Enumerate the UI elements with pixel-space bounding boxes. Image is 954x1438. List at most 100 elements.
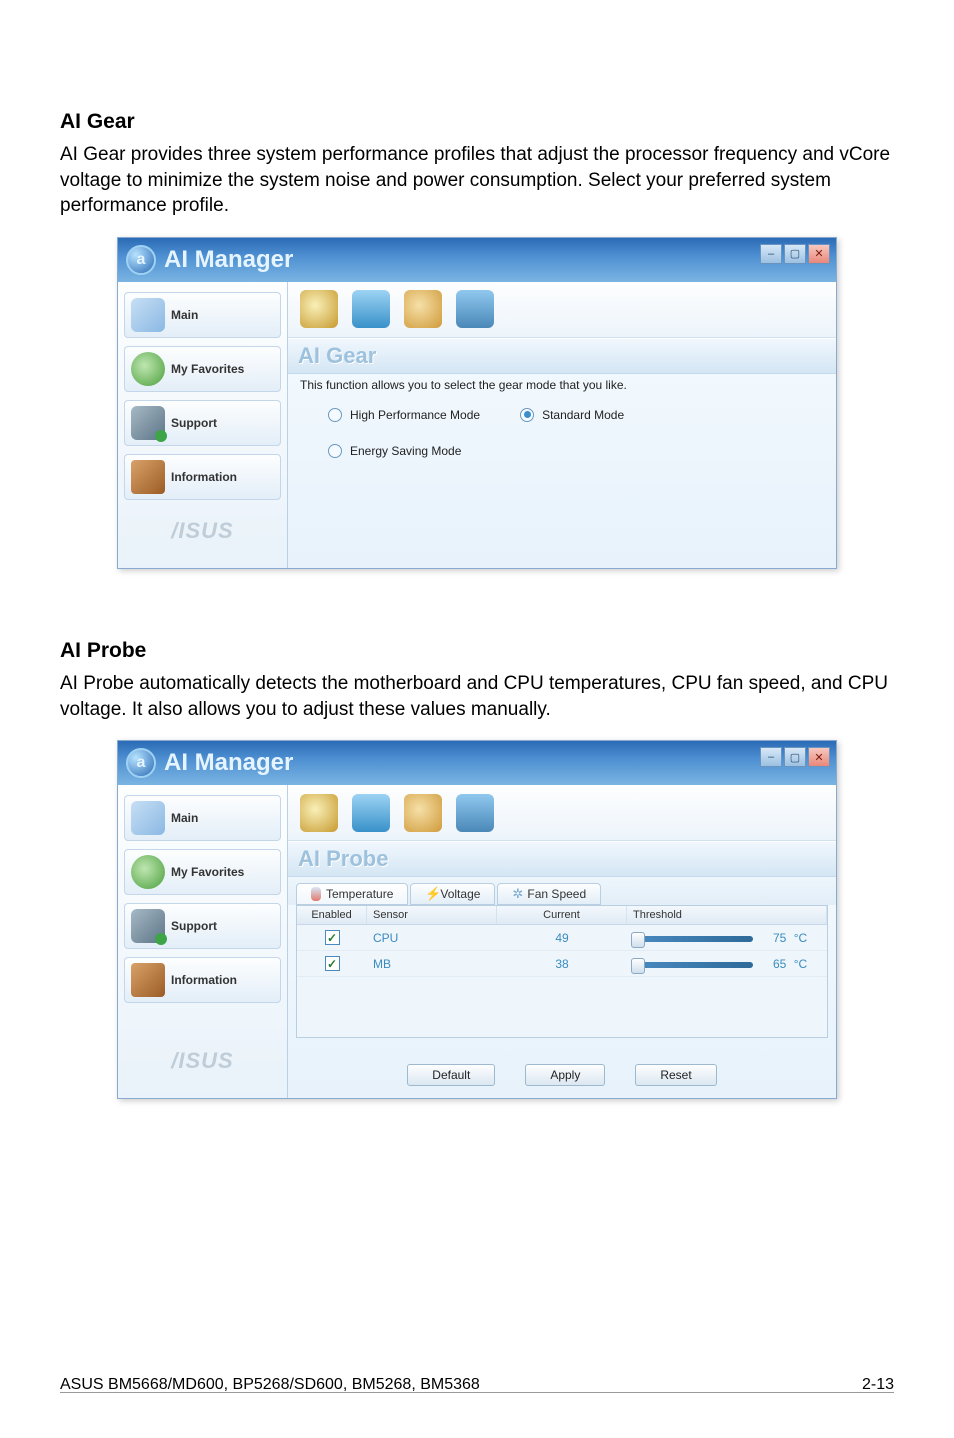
page-footer: ASUS BM5668/MD600, BP5268/SD600, BM5268,…: [60, 1364, 894, 1394]
maximize-button[interactable]: ▢: [784, 244, 806, 264]
sensor-name: MB: [367, 957, 497, 971]
sidebar-item-label: Information: [171, 973, 237, 987]
sidebar-item-main[interactable]: Main: [124, 292, 281, 338]
sidebar-item-favorites[interactable]: My Favorites: [124, 346, 281, 392]
sidebar-item-favorites[interactable]: My Favorites: [124, 849, 281, 895]
minimize-button[interactable]: –: [760, 747, 782, 767]
information-icon: [131, 963, 165, 997]
content-area: AI Probe Temperature ⚡ Voltage ✲ Fan Spe…: [288, 785, 836, 1098]
threshold-unit: °C: [794, 931, 807, 945]
action-buttons: Default Apply Reset: [288, 1044, 836, 1098]
apply-button[interactable]: Apply: [525, 1064, 605, 1086]
sidebar-item-label: Support: [171, 919, 217, 933]
current-value: 38: [497, 957, 627, 971]
sidebar-item-label: Information: [171, 470, 237, 484]
support-icon: [131, 406, 165, 440]
ai-gear-icon[interactable]: [404, 290, 442, 328]
tab-voltage[interactable]: ⚡ Voltage: [410, 883, 495, 905]
threshold-unit: °C: [794, 957, 807, 971]
ai-probe-icon[interactable]: [456, 794, 494, 832]
ai-nap-icon[interactable]: [352, 794, 390, 832]
titlebar: a AI Manager – ▢ ✕: [118, 741, 836, 785]
tab-fan-speed[interactable]: ✲ Fan Speed: [497, 883, 601, 905]
main-icon: [131, 801, 165, 835]
enable-checkbox-mb[interactable]: ✓: [325, 956, 340, 971]
sidebar: Main My Favorites Support Information /I…: [118, 785, 288, 1098]
maximize-button[interactable]: ▢: [784, 747, 806, 767]
ai-nap-icon[interactable]: [352, 290, 390, 328]
section-desc-ai-gear: AI Gear provides three system performanc…: [60, 142, 894, 219]
table-header: Enabled Sensor Current Threshold: [297, 906, 827, 925]
threshold-value: 65: [766, 957, 786, 971]
sidebar-item-main[interactable]: Main: [124, 795, 281, 841]
radio-label: Standard Mode: [542, 408, 624, 422]
section-title-ai-probe: AI Probe: [60, 639, 894, 663]
ai-manager-window-gear: a AI Manager – ▢ ✕ Main My Favorites Sup…: [117, 237, 837, 569]
section-title-ai-gear: AI Gear: [60, 110, 894, 134]
brand-logo: /ISUS: [118, 504, 287, 558]
app-title: AI Manager: [164, 246, 293, 274]
main-icon: [131, 298, 165, 332]
ai-probe-icon[interactable]: [456, 290, 494, 328]
radio-icon: [328, 444, 342, 458]
enable-checkbox-cpu[interactable]: ✓: [325, 930, 340, 945]
tab-label: Voltage: [440, 887, 480, 901]
close-button[interactable]: ✕: [808, 244, 830, 264]
radio-high-performance[interactable]: High Performance Mode: [328, 408, 480, 422]
sidebar-item-information[interactable]: Information: [124, 454, 281, 500]
sensor-table: Enabled Sensor Current Threshold ✓ CPU 4…: [296, 905, 828, 1038]
radio-standard-mode[interactable]: Standard Mode: [520, 408, 624, 422]
sidebar-item-support[interactable]: Support: [124, 903, 281, 949]
threshold-value: 75: [766, 931, 786, 945]
ai-manager-window-probe: a AI Manager – ▢ ✕ Main My Favorites Sup…: [117, 740, 837, 1099]
favorites-icon: [131, 855, 165, 889]
radio-label: Energy Saving Mode: [350, 444, 461, 458]
col-enabled: Enabled: [297, 906, 367, 924]
sidebar-item-label: My Favorites: [171, 362, 244, 376]
brand-logo: /ISUS: [118, 1034, 287, 1088]
titlebar: a AI Manager – ▢ ✕: [118, 238, 836, 282]
toolbar: [288, 785, 836, 841]
sensor-name: CPU: [367, 931, 497, 945]
radio-energy-saving[interactable]: Energy Saving Mode: [328, 444, 461, 458]
sidebar-item-support[interactable]: Support: [124, 400, 281, 446]
table-row: ✓ MB 38 65 °C: [297, 951, 827, 977]
sidebar-item-label: Support: [171, 416, 217, 430]
ai-disc-icon[interactable]: [300, 290, 338, 328]
sidebar-item-label: My Favorites: [171, 865, 244, 879]
close-button[interactable]: ✕: [808, 747, 830, 767]
panel-title: AI Probe: [298, 846, 826, 872]
radio-label: High Performance Mode: [350, 408, 480, 422]
col-current: Current: [497, 906, 627, 924]
ai-gear-icon[interactable]: [404, 794, 442, 832]
tab-temperature[interactable]: Temperature: [296, 883, 408, 905]
radio-icon: [520, 408, 534, 422]
toolbar: [288, 282, 836, 338]
radio-icon: [328, 408, 342, 422]
threshold-slider-mb[interactable]: [633, 962, 753, 968]
fan-icon: ✲: [512, 887, 522, 901]
sidebar-item-information[interactable]: Information: [124, 957, 281, 1003]
sidebar: Main My Favorites Support Information /I…: [118, 282, 288, 568]
sidebar-item-label: Main: [171, 811, 198, 825]
tab-label: Fan Speed: [527, 887, 586, 901]
app-logo-icon: a: [126, 245, 156, 275]
table-row: ✓ CPU 49 75 °C: [297, 925, 827, 951]
default-button[interactable]: Default: [407, 1064, 495, 1086]
voltage-icon: ⚡: [425, 887, 435, 901]
minimize-button[interactable]: –: [760, 244, 782, 264]
information-icon: [131, 460, 165, 494]
support-icon: [131, 909, 165, 943]
reset-button[interactable]: Reset: [635, 1064, 716, 1086]
sidebar-item-label: Main: [171, 308, 198, 322]
panel-description: This function allows you to select the g…: [288, 374, 836, 402]
tabs: Temperature ⚡ Voltage ✲ Fan Speed: [288, 877, 836, 905]
col-threshold: Threshold: [627, 906, 827, 924]
app-logo-icon: a: [126, 748, 156, 778]
thermometer-icon: [311, 887, 321, 901]
section-desc-ai-probe: AI Probe automatically detects the mothe…: [60, 671, 894, 722]
app-title: AI Manager: [164, 749, 293, 777]
current-value: 49: [497, 931, 627, 945]
threshold-slider-cpu[interactable]: [633, 936, 753, 942]
ai-disc-icon[interactable]: [300, 794, 338, 832]
